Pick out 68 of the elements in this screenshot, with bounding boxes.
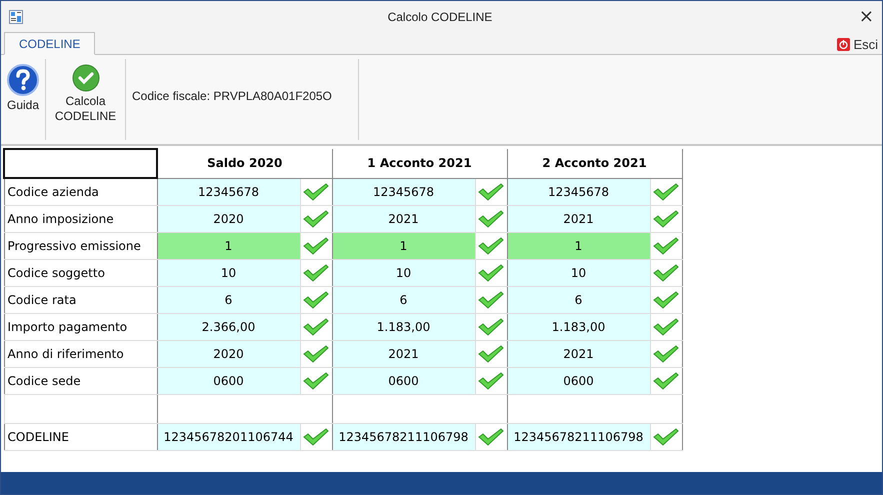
value-cell: 10 — [332, 260, 475, 286]
value-cell: 2021 — [507, 340, 650, 368]
value-cell: 12345678211106798 — [332, 424, 475, 450]
fiscal-code-label: Codice fiscale: PRVPLA80A01F205O — [126, 59, 359, 140]
checkmark-icon — [477, 182, 505, 202]
app-icon — [9, 10, 23, 24]
value-cell: 2.366,00 — [157, 314, 300, 340]
checkmark-icon — [652, 263, 680, 283]
checkmark-icon — [302, 317, 330, 337]
checkmark-icon — [302, 290, 330, 310]
checkmark-icon — [302, 427, 330, 447]
value-cell: 12345678201106744 — [157, 424, 300, 450]
checkmark-icon — [302, 182, 330, 202]
window-title: Calcolo CODELINE — [386, 10, 494, 24]
value-cell: 12345678211106798 — [507, 424, 650, 450]
value-cell: 10 — [157, 260, 300, 286]
value-cell: 2020 — [157, 340, 300, 368]
column-header: 2 Acconto 2021 — [507, 149, 682, 178]
value-cell: 0600 — [157, 368, 300, 394]
value-cell: 2020 — [157, 206, 300, 232]
value-cell: 0600 — [332, 368, 475, 394]
column-header: Saldo 2020 — [157, 149, 332, 178]
checkmark-icon — [652, 209, 680, 229]
checkmark-icon — [477, 371, 505, 391]
calculate-button[interactable]: Calcola CODELINE — [46, 59, 126, 140]
checkmark-icon — [477, 236, 505, 256]
value-cell: 2021 — [332, 340, 475, 368]
checkmark-icon — [302, 209, 330, 229]
checkmark-icon — [477, 317, 505, 337]
checkmark-icon — [652, 182, 680, 202]
checkmark-icon — [477, 344, 505, 364]
value-cell: 1 — [507, 232, 650, 260]
checkmark-icon — [652, 427, 680, 447]
checkmark-icon — [302, 236, 330, 256]
power-icon — [837, 38, 850, 51]
value-cell: 6 — [332, 286, 475, 314]
value-cell: 1 — [157, 232, 300, 260]
checkmark-icon — [477, 290, 505, 310]
checkmark-icon — [302, 263, 330, 283]
tab[interactable]: CODELINE — [4, 32, 96, 55]
column-header: 1 Acconto 2021 — [332, 149, 507, 178]
value-cell: 0600 — [507, 368, 650, 394]
value-cell: 12345678 — [332, 178, 475, 206]
help-button[interactable]: Guida — [1, 59, 46, 140]
checkmark-icon — [477, 427, 505, 447]
help-icon — [7, 64, 39, 96]
checkmark-icon — [652, 371, 680, 391]
value-cell: 6 — [157, 286, 300, 314]
value-cell: 12345678 — [507, 178, 650, 206]
value-cell: 1.183,00 — [332, 314, 475, 340]
checkmark-icon — [652, 290, 680, 310]
close-button[interactable]: × — [856, 6, 876, 27]
value-cell: 1.183,00 — [507, 314, 650, 340]
value-cell: 12345678 — [157, 178, 300, 206]
checkmark-icon — [652, 236, 680, 256]
check-circle-icon — [72, 64, 100, 92]
value-cell: 10 — [507, 260, 650, 286]
checkmark-icon — [302, 344, 330, 364]
checkmark-icon — [302, 371, 330, 391]
value-cell: 2021 — [507, 206, 650, 232]
value-cell: 1 — [332, 232, 475, 260]
checkmark-icon — [652, 317, 680, 337]
checkmark-icon — [477, 209, 505, 229]
value-cell: 6 — [507, 286, 650, 314]
value-cell: 2021 — [332, 206, 475, 232]
checkmark-icon — [652, 344, 680, 364]
exit-button[interactable]: Esci — [837, 37, 878, 54]
checkmark-icon — [477, 263, 505, 283]
